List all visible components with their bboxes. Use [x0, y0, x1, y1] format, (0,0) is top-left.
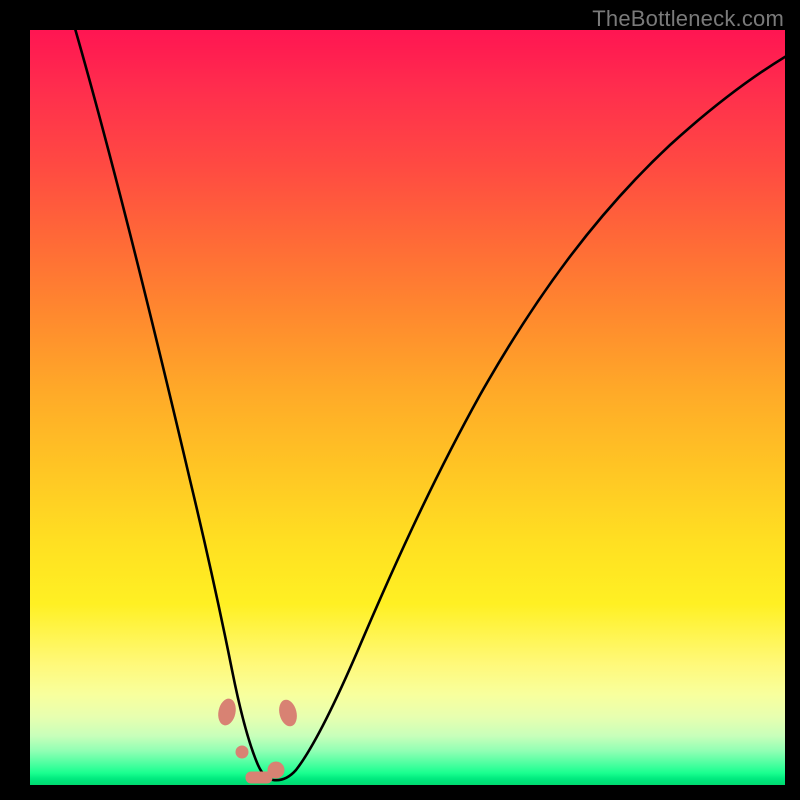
bottleneck-curve-svg: [30, 30, 785, 785]
curve-marker-mid-right: [268, 762, 284, 778]
curve-marker-mid-left: [236, 746, 248, 758]
chart-area: [30, 30, 785, 785]
bottleneck-curve-path: [74, 30, 785, 780]
curve-marker-right: [277, 698, 299, 727]
curve-marker-bottom-pill: [246, 772, 272, 783]
curve-marker-left: [216, 698, 237, 727]
watermark-text: TheBottleneck.com: [592, 6, 784, 32]
